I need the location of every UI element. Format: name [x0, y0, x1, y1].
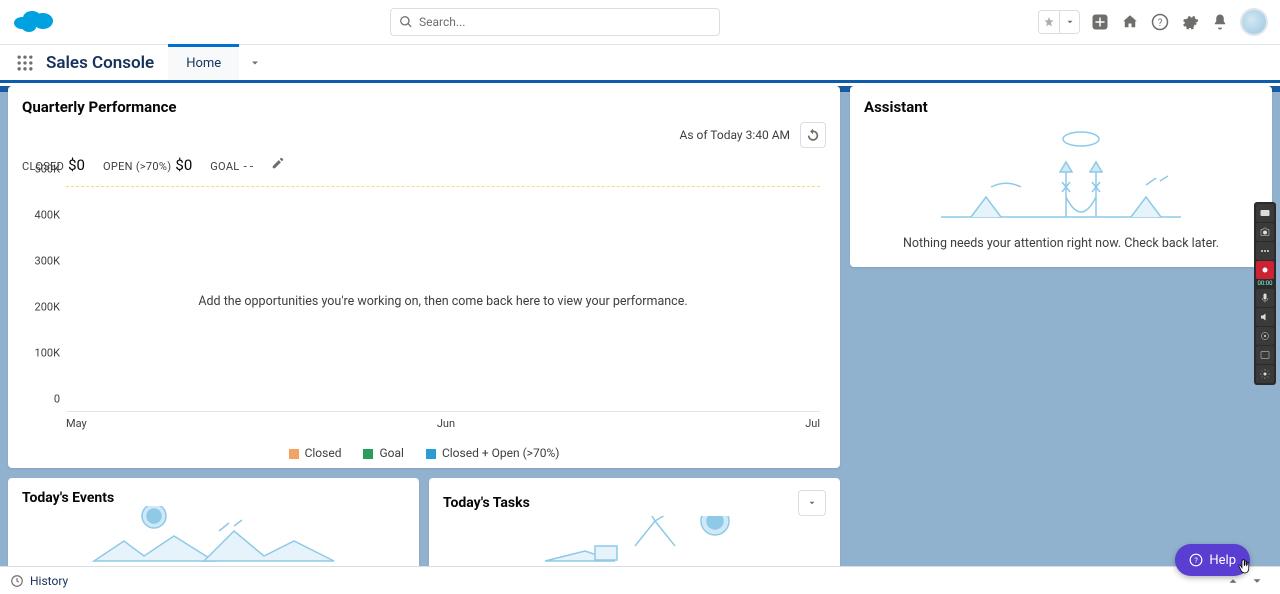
app-launcher-icon[interactable]: [10, 45, 40, 80]
help-label: Help: [1209, 553, 1236, 568]
qp-empty-msg: Add the opportunities you're working on,…: [66, 294, 820, 309]
tasks-illustration: [443, 516, 826, 566]
xtick: Jul: [805, 417, 820, 430]
bell-icon[interactable]: [1210, 12, 1230, 32]
goal-label: GOAL: [210, 160, 239, 173]
help-icon: ?: [1189, 553, 1203, 567]
history-button[interactable]: History: [30, 574, 68, 588]
settings-icon[interactable]: [1256, 365, 1274, 383]
todays-events-card: Today's Events: [8, 478, 419, 566]
record-icon[interactable]: [1256, 261, 1274, 279]
main-canvas: Quarterly Performance As of Today 3:40 A…: [0, 86, 1280, 566]
events-illustration: [22, 506, 405, 566]
svg-text:?: ?: [1158, 18, 1163, 29]
qp-title: Quarterly Performance: [22, 98, 177, 116]
assistant-msg: Nothing needs your attention right now. …: [864, 236, 1258, 251]
ytick: 300K: [35, 255, 60, 268]
ytick: 200K: [35, 301, 60, 314]
assistant-card: Assistant: [850, 86, 1272, 267]
xtick: May: [66, 417, 87, 430]
pencil-icon[interactable]: [271, 156, 285, 170]
sound-icon[interactable]: [1256, 308, 1274, 326]
refresh-button[interactable]: [800, 122, 826, 148]
mic-icon[interactable]: [1256, 289, 1274, 307]
camera-icon[interactable]: [1256, 223, 1274, 241]
ytick: 100K: [35, 347, 60, 360]
assistant-title: Assistant: [864, 98, 1258, 116]
salesforce-logo: [12, 7, 56, 37]
assistant-illustration: [864, 122, 1258, 222]
utility-bar: History: [0, 566, 1280, 594]
app-name: Sales Console: [40, 45, 168, 80]
target-icon[interactable]: [1256, 327, 1274, 345]
clock-icon: [10, 574, 24, 588]
legend-closed: Closed: [305, 446, 342, 460]
svg-text:?: ?: [1195, 556, 1199, 565]
user-avatar[interactable]: [1240, 8, 1268, 36]
qp-legend: Closed Goal Closed + Open (>70%): [22, 446, 826, 460]
legend-combo: Closed + Open (>70%): [442, 446, 559, 460]
legend-goal: Goal: [379, 446, 403, 460]
ytick: 500K: [35, 163, 60, 176]
tab-home[interactable]: Home: [168, 44, 239, 80]
quarterly-performance-card: Quarterly Performance As of Today 3:40 A…: [8, 86, 840, 468]
gear-icon[interactable]: [1180, 12, 1200, 32]
star-icon[interactable]: [1039, 11, 1059, 33]
timer-readout: 00:00: [1256, 280, 1274, 288]
qp-asof: As of Today 3:40 AM: [680, 128, 790, 142]
side-toolbar: 00:00: [1254, 202, 1276, 385]
help-icon[interactable]: ?: [1150, 12, 1170, 32]
search-placeholder: Search...: [419, 15, 465, 29]
chevron-down-icon: [807, 498, 817, 508]
goal-value: - -: [244, 159, 254, 173]
global-search[interactable]: Search...: [390, 8, 720, 36]
chevron-down-icon[interactable]: [1059, 11, 1079, 33]
tab-home-menu[interactable]: [239, 45, 271, 80]
qp-chart: 0100K200K300K400K500K Add the opportunit…: [22, 182, 826, 442]
more-icon[interactable]: [1256, 242, 1274, 260]
chevron-down-icon: [249, 57, 261, 69]
tasks-filter-button[interactable]: [798, 490, 826, 516]
xtick: Jun: [437, 417, 455, 430]
closed-value: $0: [68, 156, 85, 174]
add-icon[interactable]: [1090, 12, 1110, 32]
cursor-hand-icon: [1236, 558, 1254, 576]
ytick: 400K: [35, 209, 60, 222]
capture-icon[interactable]: [1256, 204, 1274, 222]
header-actions: ?: [1038, 8, 1268, 36]
todays-tasks-card: Today's Tasks: [429, 478, 840, 566]
ytick: 0: [54, 393, 60, 406]
open-value: $0: [175, 156, 192, 174]
refresh-icon: [806, 128, 820, 142]
events-title: Today's Events: [22, 490, 114, 506]
global-header: Search... ?: [0, 0, 1280, 45]
search-icon: [399, 15, 413, 29]
favorites-combo[interactable]: [1038, 10, 1080, 34]
tasks-title: Today's Tasks: [443, 495, 530, 511]
app-nav: Sales Console Home: [0, 45, 1280, 83]
window-icon[interactable]: [1256, 346, 1274, 364]
open-label: OPEN (>70%): [103, 160, 171, 173]
tab-home-label: Home: [186, 56, 221, 71]
home-cloud-icon[interactable]: [1120, 12, 1140, 32]
qp-metrics: CLOSED$0 OPEN (>70%)$0 GOAL- -: [22, 156, 826, 174]
